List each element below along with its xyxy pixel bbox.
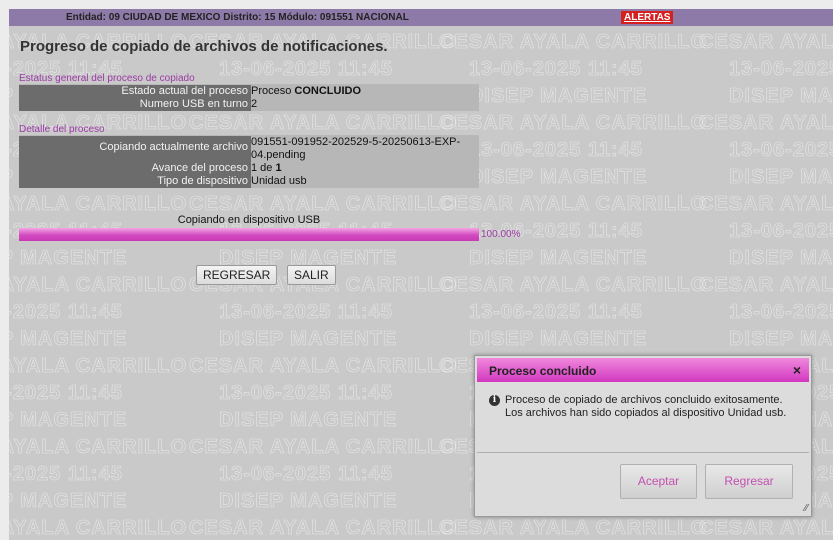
- watermark-text: 13-06-2025 11:45: [9, 382, 123, 405]
- close-icon[interactable]: ×: [793, 362, 801, 378]
- location-info: Entidad: 09 CIUDAD DE MEXICO Distrito: 1…: [66, 12, 409, 23]
- dialog-back-button[interactable]: Regresar: [705, 464, 793, 499]
- file-value: 091551-091952-202529-5-20250613-EXP-04.p…: [251, 136, 461, 161]
- usb-turn-value: 2: [251, 98, 258, 110]
- process-complete-dialog: Proceso concluido × i Proceso de copiado…: [474, 355, 812, 517]
- watermark-text: 13-06-2025 11:45: [219, 58, 393, 81]
- dialog-divider: [477, 452, 809, 453]
- alerts-link[interactable]: ALERTAS: [621, 11, 674, 24]
- file-label: Copiando actualmente archivo: [19, 136, 251, 162]
- watermark-text: CESAR AYALA CARRILLO: [189, 517, 458, 540]
- watermark-text: DISEP MAGENTE: [9, 247, 128, 270]
- watermark-text: DISEP MAGENTE: [729, 85, 833, 108]
- watermark-text: CESAR AYALA CARRILLO: [699, 193, 833, 216]
- watermark-text: CESAR AYALA CARRILLO: [699, 31, 833, 54]
- watermark-text: DISEP MAGENTE: [219, 409, 398, 432]
- dialog-title: Proceso concluido: [489, 364, 597, 378]
- watermark-text: 13-06-2025 11:45: [9, 463, 123, 486]
- watermark-text: 13-06-2025 11:45: [469, 58, 643, 81]
- watermark-text: CESAR AYALA CARRILLO: [9, 193, 188, 216]
- watermark-text: CESAR AYALA CARRILLO: [439, 112, 708, 135]
- status-row-state: Estado actual del proceso Proceso CONCLU…: [19, 85, 479, 98]
- detail-row-progress: Avance del proceso 1 de 1: [19, 162, 479, 175]
- status-row-usb: Numero USB en turno 2: [19, 98, 479, 111]
- watermark-text: 13-06-2025 11:45: [219, 463, 393, 486]
- state-value: Proceso CONCLUIDO: [251, 85, 362, 97]
- watermark-text: DISEP MAGENTE: [9, 328, 128, 351]
- watermark-text: CESAR AYALA CARRILLO: [699, 112, 833, 135]
- top-bar: Entidad: 09 CIUDAD DE MEXICO Distrito: 1…: [9, 9, 833, 26]
- watermark-text: CESAR AYALA CARRILLO: [9, 274, 188, 297]
- progress-caption: Copiando en dispositivo USB: [177, 214, 321, 226]
- status-grid: Estado actual del proceso Proceso CONCLU…: [19, 85, 479, 111]
- watermark-text: DISEP MAGENTE: [469, 328, 648, 351]
- watermark-text: CESAR AYALA CARRILLO: [9, 517, 188, 540]
- info-icon: i: [489, 395, 500, 406]
- watermark-text: CESAR AYALA CARRILLO: [439, 517, 708, 540]
- watermark-text: DISEP MAGENTE: [9, 490, 128, 513]
- resize-grip-icon[interactable]: ⁄⁄: [805, 503, 808, 514]
- page-title: Progreso de copiado de archivos de notif…: [20, 38, 388, 55]
- watermark-text: 13-06-2025 11:45: [729, 301, 833, 324]
- state-label: Estado actual del proceso: [19, 85, 251, 98]
- progress-percent: 100.00%: [481, 229, 521, 240]
- watermark-text: 13-06-2025 11:45: [219, 382, 393, 405]
- watermark-text: 13-06-2025 11:45: [219, 301, 393, 324]
- watermark-text: DISEP MAGENTE: [729, 247, 833, 270]
- watermark-text: 13-06-2025 11:45: [9, 301, 123, 324]
- watermark-text: DISEP MAGENTE: [729, 166, 833, 189]
- progress-label-cell: Avance del proceso: [19, 162, 251, 175]
- watermark-text: CESAR AYALA CARRILLO: [439, 274, 708, 297]
- regresar-button[interactable]: REGRESAR: [196, 265, 278, 285]
- watermark-text: CESAR AYALA CARRILLO: [189, 112, 458, 135]
- watermark-text: 13-06-2025 11:45: [729, 58, 833, 81]
- detail-row-file: Copiando actualmente archivo 091551-0919…: [19, 136, 479, 162]
- detail-section-label: Detalle del proceso: [19, 124, 105, 135]
- watermark-text: CESAR AYALA CARRILLO: [439, 193, 708, 216]
- detail-row-device: Tipo de dispositivo Unidad usb: [19, 175, 479, 188]
- usb-turn-label: Numero USB en turno: [19, 98, 251, 111]
- watermark-text: DISEP MAGENTE: [219, 328, 398, 351]
- watermark-text: DISEP MAGENTE: [219, 490, 398, 513]
- watermark-text: 13-06-2025 11:45: [469, 301, 643, 324]
- dialog-message: Proceso de copiado de archivos concluido…: [505, 394, 787, 419]
- status-section-label: Estatus general del proceso de copiado: [19, 73, 195, 84]
- watermark-text: CESAR AYALA CARRILLO: [189, 193, 458, 216]
- watermark-text: 13-06-2025 11:45: [729, 139, 833, 162]
- watermark-text: CESAR AYALA CARRILLO: [9, 355, 188, 378]
- watermark-text: DISEP MAGENTE: [729, 328, 833, 351]
- watermark-text: CESAR AYALA CARRILLO: [699, 517, 833, 540]
- device-label: Tipo de dispositivo: [19, 175, 251, 188]
- watermark-text: DISEP MAGENTE: [469, 247, 648, 270]
- watermark-text: DISEP MAGENTE: [469, 166, 648, 189]
- dialog-header: Proceso concluido ×: [477, 358, 809, 382]
- progress-bar: [19, 228, 479, 241]
- watermark-text: DISEP MAGENTE: [9, 409, 128, 432]
- progress-fill: [19, 228, 479, 241]
- watermark-text: CESAR AYALA CARRILLO: [699, 274, 833, 297]
- watermark-text: CESAR AYALA CARRILLO: [439, 31, 708, 54]
- page: CESAR AYALA CARRILLOCESAR AYALA CARRILLO…: [9, 9, 833, 540]
- salir-button[interactable]: SALIR: [287, 265, 336, 285]
- watermark-text: CESAR AYALA CARRILLO: [189, 436, 458, 459]
- watermark-text: CESAR AYALA CARRILLO: [9, 436, 188, 459]
- dialog-body: i Proceso de copiado de archivos conclui…: [489, 394, 789, 420]
- watermark-text: 13-06-2025 11:45: [469, 139, 643, 162]
- detail-grid: Copiando actualmente archivo 091551-0919…: [19, 136, 479, 188]
- watermark-text: DISEP MAGENTE: [469, 85, 648, 108]
- accept-button[interactable]: Aceptar: [620, 464, 697, 499]
- watermark-text: 13-06-2025 11:45: [729, 220, 833, 243]
- progress-value-cell: 1 de 1: [251, 162, 282, 174]
- device-value: Unidad usb: [251, 175, 307, 187]
- watermark-text: CESAR AYALA CARRILLO: [189, 355, 458, 378]
